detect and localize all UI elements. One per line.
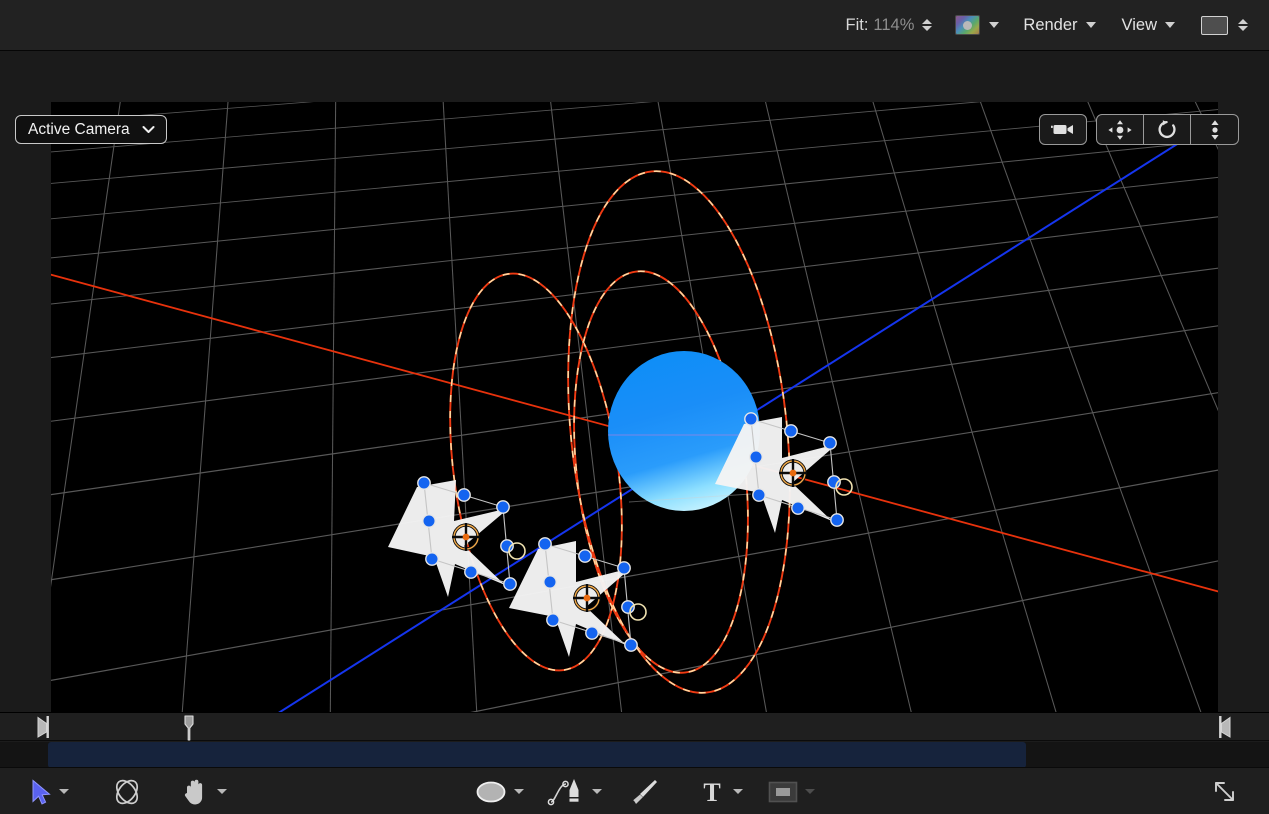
zoom-fit-control[interactable]: Fit: 114% — [846, 16, 934, 35]
canvas-viewport[interactable]: Active Camera — [0, 51, 1269, 712]
motion-3d-canvas-window: Fit: 114% Render View — [0, 0, 1269, 814]
active-camera-label: Active Camera — [28, 121, 130, 139]
transform-3d-tool[interactable] — [110, 768, 144, 814]
chevron-down-icon[interactable] — [59, 789, 69, 794]
camera-dolly-button[interactable] — [1191, 115, 1238, 144]
fit-value[interactable]: 114% — [873, 16, 914, 35]
active-camera-dropdown[interactable]: Active Camera — [15, 115, 167, 144]
chevron-down-icon[interactable] — [217, 789, 227, 794]
render-quality-color-control[interactable] — [955, 15, 999, 35]
chevron-down-icon[interactable] — [805, 789, 815, 794]
bottom-toolbar: T — [0, 767, 1269, 814]
four-way-arrows-pan-icon — [1107, 119, 1133, 141]
chevron-down-icon — [142, 125, 155, 134]
view-menu[interactable]: View — [1122, 16, 1175, 35]
camera-navigation-segmented-control — [1096, 114, 1239, 145]
svg-text:T: T — [703, 778, 720, 806]
up-down-arrows-dolly-icon — [1207, 119, 1223, 141]
chevron-down-icon[interactable] — [592, 789, 602, 794]
stepper-updown-icon[interactable] — [1237, 19, 1249, 31]
render-menu[interactable]: Render — [1023, 16, 1095, 35]
star-center-object — [509, 538, 646, 657]
chevron-down-icon[interactable] — [733, 789, 743, 794]
camera-orbit-button[interactable] — [1144, 115, 1191, 144]
timeline-track-row[interactable] — [0, 742, 1269, 768]
bezier-pen-tool[interactable] — [547, 768, 602, 814]
diagonal-resize-arrow-icon — [1211, 778, 1239, 806]
orbit-rings-icon — [110, 776, 144, 808]
out-point-marker-icon — [1218, 716, 1232, 738]
chevron-down-icon — [1086, 22, 1096, 28]
bezier-pen-icon — [547, 777, 585, 807]
camera-pan-button[interactable] — [1097, 115, 1144, 144]
display-rectangle-icon[interactable] — [1201, 16, 1228, 35]
timeline-bar[interactable] — [0, 712, 1269, 767]
paintbrush-icon — [630, 777, 660, 807]
stepper-updown-icon[interactable] — [921, 19, 933, 31]
top-toolbar: Fit: 114% Render View — [0, 0, 1269, 51]
project-duration-bar[interactable] — [48, 742, 1026, 768]
circular-rotate-orbit-icon — [1156, 119, 1178, 140]
resize-canvas-button[interactable] — [1211, 768, 1239, 814]
rectangle-mask-icon — [768, 780, 798, 804]
paint-stroke-tool[interactable] — [630, 768, 660, 814]
select-tool[interactable] — [30, 768, 69, 814]
shape-tool[interactable] — [475, 768, 524, 814]
view-menu-label: View — [1122, 16, 1157, 35]
in-point-marker-icon — [36, 716, 50, 738]
fit-label: Fit: — [846, 16, 869, 35]
playhead-icon — [182, 715, 196, 741]
color-gradient-swatch-icon[interactable] — [955, 15, 980, 35]
camera-toggle-button[interactable] — [1039, 114, 1087, 145]
arrow-cursor-icon — [30, 779, 52, 805]
camera-tools-group — [1039, 114, 1239, 145]
chevron-down-icon[interactable] — [514, 789, 524, 794]
chevron-down-icon — [1165, 22, 1175, 28]
view-layout-control[interactable] — [1201, 16, 1249, 35]
mask-tool[interactable] — [768, 768, 815, 814]
text-t-icon: T — [698, 778, 726, 806]
oval-shape-icon — [475, 779, 507, 805]
chevron-down-icon[interactable] — [989, 22, 999, 28]
pan-tool[interactable] — [180, 768, 227, 814]
hand-icon — [180, 777, 210, 807]
3d-scene-canvas[interactable] — [51, 102, 1218, 712]
timeline-ruler[interactable] — [0, 713, 1269, 741]
motion-path-left — [427, 263, 645, 682]
video-camera-icon — [1050, 122, 1076, 137]
render-menu-label: Render — [1023, 16, 1077, 35]
text-tool[interactable]: T — [698, 768, 743, 814]
